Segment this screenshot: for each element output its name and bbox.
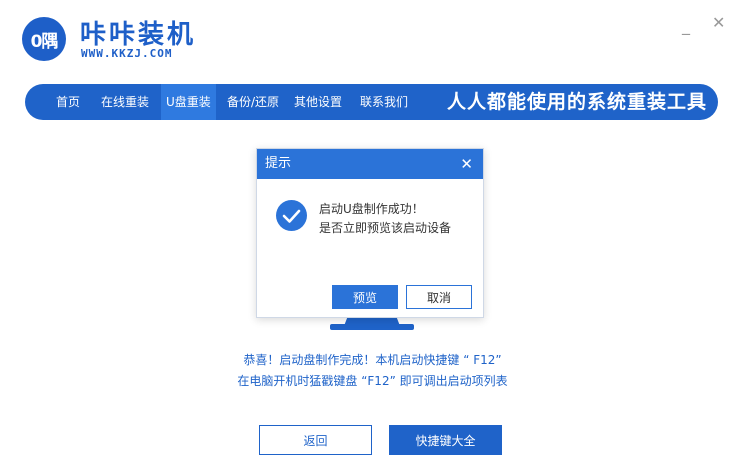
dialog-message-question: 是否立即预览该启动设备 [319, 221, 452, 235]
app-name: 咔咔装机 [80, 20, 197, 50]
hotkeys-list-button[interactable]: 快捷键大全 [389, 425, 502, 455]
cancel-button[interactable]: 取消 [406, 285, 472, 309]
hint-boot-instructions: 在电脑开机时猛戳键盘 “F12” 即可调出启动项列表 [237, 374, 508, 388]
dialog-header: 提示 ✕ [257, 149, 483, 179]
nav-item-online-reinstall[interactable]: 在线重装 [101, 84, 149, 120]
prompt-dialog: 提示 ✕ 启动U盘制作成功！ 是否立即预览该启动设备 预览 取消 [256, 148, 484, 318]
back-button[interactable]: 返回 [259, 425, 372, 455]
nav-item-backup-restore[interactable]: 备份/还原 [227, 84, 279, 120]
preview-button[interactable]: 预览 [332, 285, 398, 309]
main-nav: 首页 在线重装 U盘重装 备份/还原 其他设置 联系我们 人人都能使用的系统重装… [25, 84, 718, 120]
check-circle-icon [276, 200, 307, 231]
nav-item-other-settings[interactable]: 其他设置 [294, 84, 342, 120]
nav-item-contact-us[interactable]: 联系我们 [360, 84, 408, 120]
nav-item-home[interactable]: 首页 [56, 84, 80, 120]
hint-boot-key: 恭喜！启动盘制作完成！本机启动快捷键 “ F12” [243, 353, 502, 367]
nav-item-usb-reinstall[interactable]: U盘重装 [161, 84, 216, 120]
monitor-base-graphic [330, 324, 414, 330]
nav-slogan: 人人都能使用的系统重装工具 [447, 91, 708, 113]
minimize-icon[interactable]: _ [682, 16, 690, 35]
close-icon[interactable]: ✕ [460, 149, 473, 179]
app-logo-icon: 0隅 [22, 17, 66, 61]
app-url: WWW.KKZJ.COM [81, 47, 173, 60]
window-close-icon[interactable]: ✕ [712, 13, 725, 32]
dialog-message-success: 启动U盘制作成功！ [319, 202, 424, 216]
dialog-title: 提示 [265, 156, 292, 171]
